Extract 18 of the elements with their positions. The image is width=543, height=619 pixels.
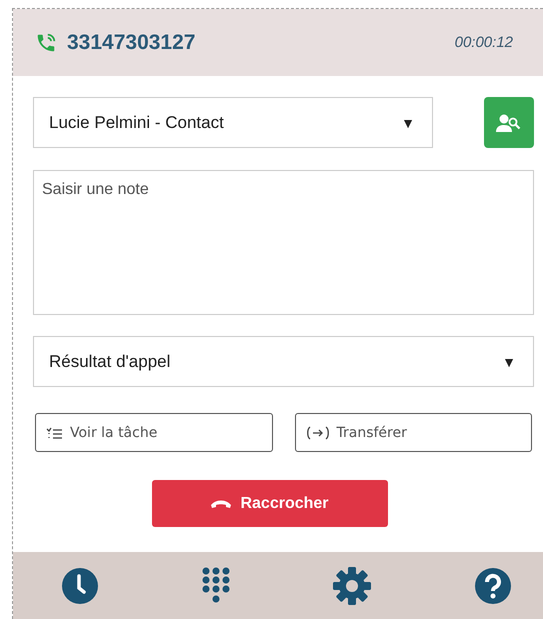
view-task-button[interactable]: Voir la tâche [35, 413, 272, 452]
keypad-icon[interactable] [200, 566, 231, 604]
help-icon[interactable] [474, 566, 512, 604]
call-duration: 00:00:12 [454, 34, 513, 51]
hang-up-button[interactable]: Raccrocher [152, 480, 388, 527]
contact-search-icon [496, 112, 522, 132]
phone-number: 33147303127 [67, 30, 196, 54]
contact-select[interactable]: Lucie Pelmini - Contact ▼ [33, 97, 433, 148]
checklist-icon [46, 426, 63, 438]
phone-icon [35, 32, 57, 54]
hang-up-icon [210, 498, 232, 508]
note-field[interactable]: Saisir une note [33, 170, 534, 315]
settings-icon[interactable] [332, 566, 372, 606]
contact-search-button[interactable] [484, 97, 534, 148]
clock-icon[interactable] [61, 566, 99, 604]
transfer-icon [306, 424, 330, 440]
transfer-button[interactable]: Transférer [294, 413, 532, 452]
call-result-select[interactable]: Résultat d'appel ▼ [33, 336, 534, 387]
